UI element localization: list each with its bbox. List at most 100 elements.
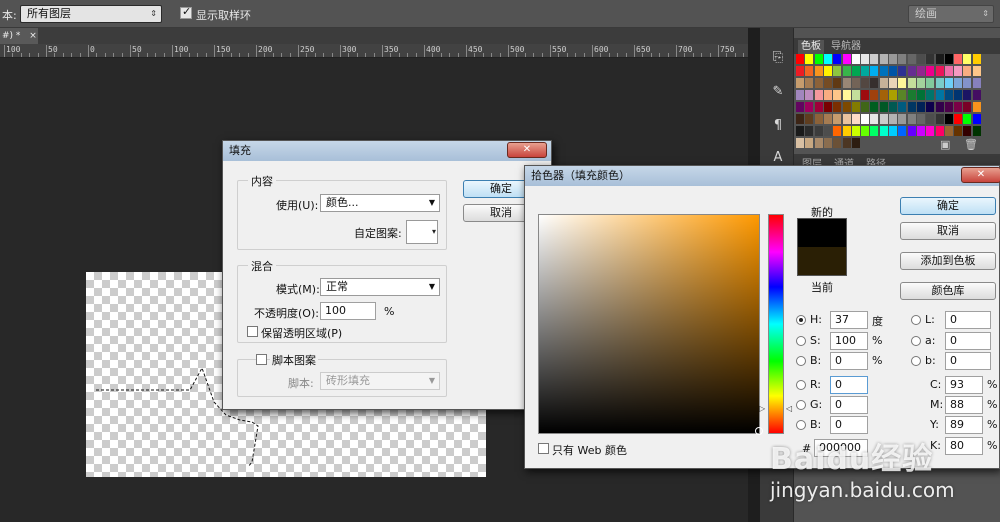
swatch[interactable] [954, 66, 963, 76]
swatch[interactable] [916, 126, 925, 136]
swatch[interactable] [870, 102, 879, 112]
tab-swatches[interactable]: 色板 [798, 40, 824, 54]
swatch[interactable] [916, 90, 925, 100]
swatch[interactable] [842, 102, 851, 112]
blue-radio[interactable] [796, 420, 806, 430]
swatch[interactable] [805, 66, 814, 76]
color-sample-marker[interactable] [755, 427, 763, 435]
lab-b-input[interactable]: 0 [945, 352, 991, 370]
swatch[interactable] [823, 126, 832, 136]
swatch[interactable] [823, 78, 832, 88]
swatch[interactable] [926, 126, 935, 136]
swatch[interactable] [805, 126, 814, 136]
swatch[interactable] [796, 66, 804, 76]
swatch[interactable] [814, 78, 823, 88]
s-input[interactable]: 100 [830, 332, 868, 350]
swatch[interactable] [898, 126, 907, 136]
swatch[interactable] [944, 78, 953, 88]
s-radio[interactable] [796, 336, 806, 346]
add-to-swatches-button[interactable]: 添加到色板 [900, 252, 996, 270]
tab-navigator[interactable]: 导航器 [828, 40, 864, 54]
swatch[interactable] [805, 54, 814, 64]
swatch[interactable] [907, 54, 916, 64]
swatch[interactable] [833, 114, 842, 124]
swatch[interactable] [833, 126, 842, 136]
swatch[interactable] [972, 114, 981, 124]
swatch[interactable] [935, 90, 944, 100]
k-input[interactable]: 80 [945, 437, 983, 455]
swatch[interactable] [916, 66, 925, 76]
y-input[interactable]: 89 [945, 416, 983, 434]
swatch[interactable] [963, 126, 972, 136]
swatch[interactable] [907, 78, 916, 88]
swatch[interactable] [879, 102, 888, 112]
swatch[interactable] [796, 102, 804, 112]
swatch[interactable] [935, 78, 944, 88]
swatch[interactable] [944, 66, 953, 76]
swatch[interactable] [972, 126, 981, 136]
swatch[interactable] [935, 114, 944, 124]
swatch[interactable] [935, 126, 944, 136]
swatch[interactable] [898, 54, 907, 64]
a-input[interactable]: 0 [945, 332, 991, 350]
picker-cancel-button[interactable]: 取消 [900, 222, 996, 240]
sample-select[interactable]: 所有图层 ⇕ [20, 5, 162, 23]
swatch[interactable] [889, 126, 897, 136]
swatch[interactable] [833, 78, 842, 88]
swatch[interactable] [889, 66, 897, 76]
document-tab[interactable]: #) * × [0, 28, 38, 44]
l-radio[interactable] [911, 315, 921, 325]
swatch[interactable] [963, 54, 972, 64]
swatch[interactable] [870, 126, 879, 136]
swatch[interactable] [954, 54, 963, 64]
hue-slider[interactable] [768, 214, 784, 434]
swatch[interactable] [842, 138, 851, 148]
current-color-swatch[interactable] [797, 247, 847, 276]
swatch[interactable] [879, 90, 888, 100]
brush-icon[interactable]: ✎ [768, 82, 788, 102]
swatch[interactable] [842, 66, 851, 76]
swatch[interactable] [814, 66, 823, 76]
swatch[interactable] [889, 114, 897, 124]
show-ring-checkbox[interactable] [180, 5, 192, 19]
swatch[interactable] [823, 90, 832, 100]
swatch[interactable] [796, 54, 804, 64]
fill-dialog-titlebar[interactable]: 填充 [223, 141, 551, 161]
swatch[interactable] [935, 102, 944, 112]
swatch[interactable] [870, 66, 879, 76]
swatch[interactable] [879, 114, 888, 124]
swatch[interactable] [963, 114, 972, 124]
swatch[interactable] [842, 54, 851, 64]
swatch[interactable] [879, 66, 888, 76]
swatch[interactable] [954, 78, 963, 88]
swatch[interactable] [796, 90, 804, 100]
close-icon[interactable]: × [29, 31, 37, 41]
swatch[interactable] [944, 102, 953, 112]
swatch[interactable] [870, 90, 879, 100]
swatch[interactable] [916, 54, 925, 64]
swatch[interactable] [823, 138, 832, 148]
blue-input[interactable]: 0 [830, 416, 868, 434]
swatch[interactable] [833, 90, 842, 100]
swatch[interactable] [870, 114, 879, 124]
b-radio[interactable] [796, 356, 806, 366]
mode-select[interactable]: 正常 ▼ [320, 278, 440, 296]
swatch[interactable] [907, 114, 916, 124]
m-input[interactable]: 88 [945, 396, 983, 414]
swatch[interactable] [926, 102, 935, 112]
swatch[interactable] [851, 114, 860, 124]
swatch[interactable] [954, 126, 963, 136]
swatch[interactable] [823, 66, 832, 76]
swatch[interactable] [944, 90, 953, 100]
swatch[interactable] [805, 138, 814, 148]
swatch[interactable] [898, 90, 907, 100]
swatch[interactable] [861, 126, 870, 136]
swatch[interactable] [954, 114, 963, 124]
swatch[interactable] [907, 102, 916, 112]
swatch[interactable] [889, 78, 897, 88]
swatch[interactable] [842, 78, 851, 88]
swatch[interactable] [898, 78, 907, 88]
swatch[interactable] [805, 102, 814, 112]
swatch[interactable] [935, 54, 944, 64]
swatch[interactable] [851, 126, 860, 136]
